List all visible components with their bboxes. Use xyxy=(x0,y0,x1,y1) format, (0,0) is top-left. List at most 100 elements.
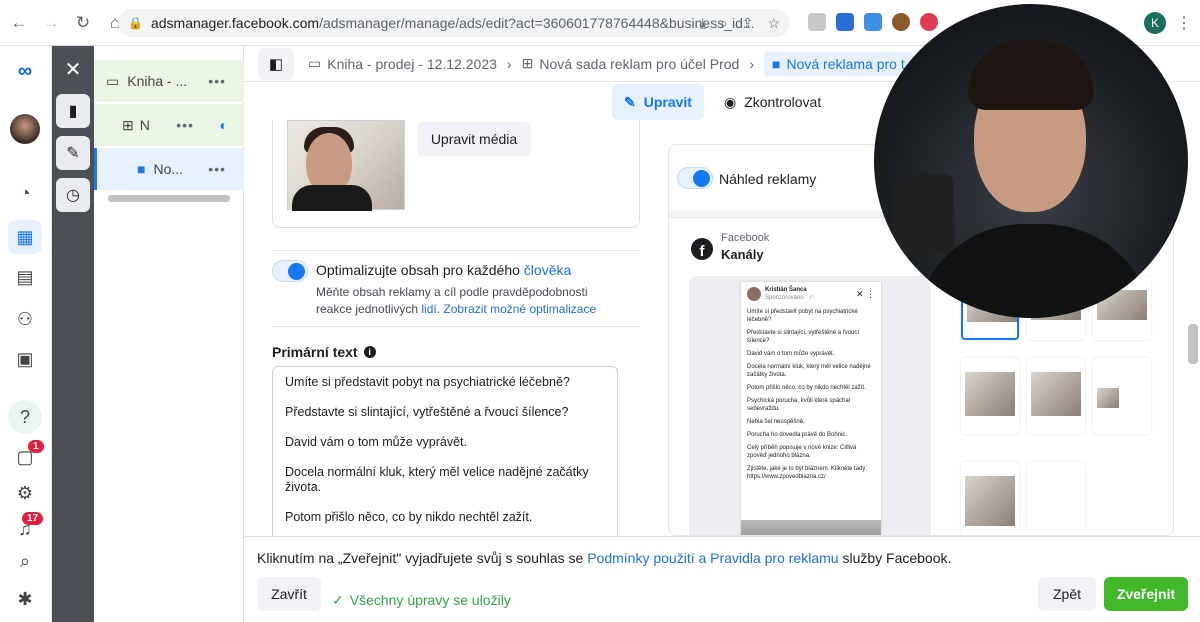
terms-link[interactable]: Podmínky použití a Pravidla pro reklamu xyxy=(587,550,838,566)
extension-icon[interactable] xyxy=(836,13,854,31)
ads-manager-table-icon[interactable]: ▦ xyxy=(8,220,42,254)
tree-item-campaign[interactable]: ▭ Kniha - ... ••• xyxy=(94,60,244,102)
primary-text-label: Primární text i xyxy=(272,344,376,360)
browser-menu-icon[interactable]: ⋮ xyxy=(1176,13,1192,33)
account-avatar[interactable] xyxy=(8,112,42,146)
chevron-right-icon: › xyxy=(506,55,512,72)
grid-icon: ⊞ xyxy=(122,116,134,133)
tree-item-ad[interactable]: ■ No... ••• xyxy=(94,148,244,190)
back-button[interactable]: Zpět xyxy=(1038,577,1096,611)
terms-text: Kliknutím na „Zveřejnit" vyjadřujete svů… xyxy=(257,550,951,566)
publish-button[interactable]: Zveřejnit xyxy=(1104,577,1188,611)
post-line: Představte si slintající, vytřeštěné a ř… xyxy=(747,330,860,344)
terms-prefix: Kliknutím na „Zveřejnit" vyjadřujete svů… xyxy=(257,550,588,566)
bookmark-star-icon[interactable]: ☆ xyxy=(767,15,780,32)
horizontal-scrollbar[interactable] xyxy=(100,192,240,204)
address-bar[interactable]: 🔒 adsmanager.facebook.com/adsmanager/man… xyxy=(118,9,790,37)
search-icon[interactable]: ⌕ xyxy=(8,544,42,578)
placement-thumbnail[interactable] xyxy=(1027,358,1085,434)
save-status-label: Všechny úpravy se uložily xyxy=(349,592,511,608)
post-line: Psychická porucha, kvůli které spáchal s… xyxy=(747,398,851,412)
people-link[interactable]: lidí xyxy=(421,302,436,316)
show-optimizations-link[interactable]: Zobrazit možné optimalizace xyxy=(443,302,596,316)
forward-arrow-icon[interactable]: → xyxy=(38,10,64,36)
facebook-logo-icon: f xyxy=(691,238,713,260)
post-line: Docela normální kluk, který měl velice n… xyxy=(747,364,871,378)
primary-text-line: Docela normální kluk, který měl velice n… xyxy=(285,465,589,494)
zoom-icon[interactable]: ⌕ xyxy=(720,15,728,32)
review-mode-button[interactable]: ◉ Zkontrolovat xyxy=(712,84,833,120)
meta-logo-icon[interactable]: ∞ xyxy=(8,54,42,88)
optimize-toggle[interactable] xyxy=(272,260,308,282)
terms-suffix: služby Facebook. xyxy=(838,550,952,566)
vertical-scrollbar[interactable] xyxy=(1186,144,1200,536)
chart-icon[interactable]: ▮ xyxy=(56,94,90,128)
more-options-icon[interactable]: ••• xyxy=(176,117,194,133)
breadcrumb-adset[interactable]: ⊞ Nová sada reklam pro účel Prod xyxy=(522,55,740,72)
footer-bar: Kliknutím na „Zveřejnit" vyjadřujete svů… xyxy=(244,536,1200,622)
optimize-description: Měňte obsah reklamy a cíl podle pravděpo… xyxy=(316,285,597,316)
mode-switcher: ✎ Upravit ◉ Zkontrolovat xyxy=(612,84,833,120)
author-avatar xyxy=(747,287,761,301)
edit-mode-button[interactable]: ✎ Upravit xyxy=(612,84,704,120)
placement-thumbnail[interactable] xyxy=(1093,358,1151,434)
placement-thumbnail[interactable] xyxy=(961,462,1019,535)
primary-text-line: Umíte si představit pobyt na psychiatric… xyxy=(285,375,570,389)
more-options-icon[interactable]: ••• xyxy=(208,73,226,89)
ad-editor: Upravit média Optimalizujte obsah pro ka… xyxy=(244,120,660,536)
bug-report-icon[interactable]: ✱ xyxy=(8,582,42,616)
tree-campaign-label: Kniha - ... xyxy=(127,73,188,89)
preview-toggle[interactable] xyxy=(677,167,713,189)
help-icon[interactable]: ? xyxy=(8,400,42,434)
profile-avatar[interactable]: K xyxy=(1144,12,1166,34)
more-options-icon[interactable]: ••• xyxy=(208,161,226,177)
presenter-hair xyxy=(968,40,1094,110)
primary-text-line: Představte si slintající, vytřeštěné a ř… xyxy=(285,405,569,419)
optimize-title: Optimalizujte obsah pro každého člověka xyxy=(316,262,571,278)
post-line: Potom přišlo něco, co by nikdo nechtěl z… xyxy=(747,385,866,391)
tree-item-adset[interactable]: ⊞ N ••• ◐ xyxy=(94,104,244,146)
record-extension-icon[interactable] xyxy=(920,13,938,31)
tree-ad-label: No... xyxy=(153,161,184,177)
post-author: Kristián Šanca xyxy=(765,287,807,293)
media-library-icon[interactable]: ▣ xyxy=(8,342,42,376)
optimize-title-link[interactable]: člověka xyxy=(524,262,571,278)
feed-preview[interactable]: Kristián Šanca Sponzorováno · ⚐ ✕ ⋮ Umít… xyxy=(689,276,931,535)
close-button[interactable]: Zavřít xyxy=(257,577,321,611)
back-arrow-icon[interactable]: ← xyxy=(6,10,32,36)
lock-icon: 🔒 xyxy=(128,16,143,30)
webcam-overlay xyxy=(874,4,1188,318)
edit-pencil-icon[interactable]: ✎ xyxy=(56,136,90,170)
channel-subtitle: Facebook xyxy=(721,232,770,244)
cookie-extension-icon[interactable] xyxy=(892,13,910,31)
primary-text-input[interactable]: Umíte si představit pobyt na psychiatric… xyxy=(272,366,618,536)
reports-icon[interactable]: ▤ xyxy=(8,260,42,294)
breadcrumb-ad[interactable]: ■ Nová reklama pro t xyxy=(764,51,913,76)
settings-gear-icon[interactable]: ⚙ xyxy=(8,476,42,510)
dashboard-icon[interactable]: ◔ xyxy=(8,176,42,210)
history-clock-icon[interactable]: ◷ xyxy=(56,178,90,212)
media-thumbnail[interactable] xyxy=(287,120,405,211)
extension-icon[interactable] xyxy=(864,13,882,31)
breadcrumb-campaign[interactable]: ▭ Kniha - prodej - 12.12.2023 xyxy=(308,55,497,72)
audiences-icon[interactable]: ⚇ xyxy=(8,302,42,336)
placement-thumbnail[interactable] xyxy=(961,358,1019,434)
primary-text-line: Potom přišlo něco, co by nikdo nechtěl z… xyxy=(285,510,533,524)
info-icon[interactable]: i xyxy=(363,346,376,358)
placement-thumbnail[interactable] xyxy=(1027,462,1085,535)
toggle-sidebar-icon[interactable]: ◧ xyxy=(258,48,294,80)
tree-adset-label: N xyxy=(139,117,150,133)
share-icon[interactable]: ⇪ xyxy=(742,15,754,32)
breadcrumb-adset-label: Nová sada reklam pro účel Prod xyxy=(539,55,740,72)
reload-icon[interactable]: ↻ xyxy=(70,10,96,36)
chair-shape xyxy=(894,174,954,254)
adblock-extension-icon[interactable] xyxy=(808,13,826,31)
breadcrumb-campaign-label: Kniha - prodej - 12.12.2023 xyxy=(327,55,497,72)
close-editor-icon[interactable]: ✕ xyxy=(56,52,90,86)
close-icon[interactable]: ✕ ⋮ xyxy=(856,290,875,299)
ad-icon: ■ xyxy=(772,55,781,72)
post-image xyxy=(741,520,881,535)
download-icon[interactable]: ⤓ xyxy=(700,15,706,32)
review-mode-label: Zkontrolovat xyxy=(744,94,822,110)
edit-media-button[interactable]: Upravit média xyxy=(417,122,531,156)
